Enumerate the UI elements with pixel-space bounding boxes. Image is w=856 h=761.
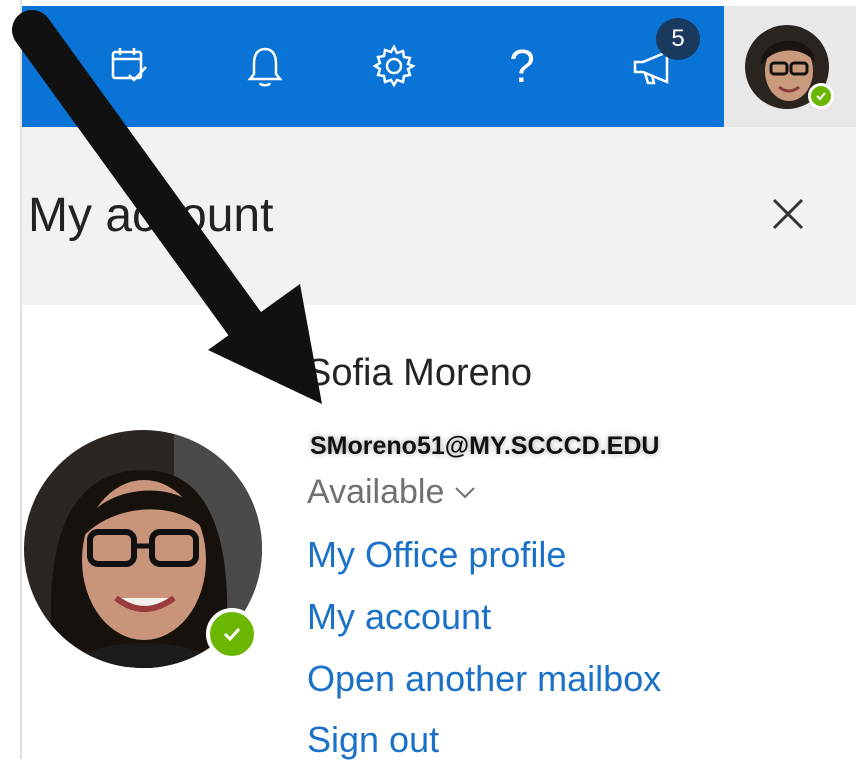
my-account-link[interactable]: My account: [307, 596, 491, 638]
help-icon[interactable]: ?: [492, 36, 552, 96]
user-email: SMoreno51@MY.SCCCD.EDU: [310, 432, 660, 460]
presence-status-label: Available: [307, 473, 445, 511]
presence-available-icon: [808, 83, 834, 109]
presence-available-large-icon: [206, 608, 258, 660]
chevron-down-icon: [455, 486, 476, 498]
notification-count-badge: 5: [656, 18, 700, 60]
top-nav-bar: ? 5: [22, 6, 724, 127]
close-icon[interactable]: [762, 188, 814, 240]
sign-out-link[interactable]: Sign out: [307, 719, 439, 761]
my-office-profile-link[interactable]: My Office profile: [307, 534, 566, 576]
user-name: Sofia Moreno: [306, 352, 533, 394]
calendar-check-icon[interactable]: [100, 36, 160, 96]
bell-icon[interactable]: [235, 36, 295, 96]
panel-title: My account: [28, 189, 274, 242]
gear-icon[interactable]: [364, 36, 424, 96]
open-another-mailbox-link[interactable]: Open another mailbox: [307, 658, 661, 700]
presence-status-dropdown[interactable]: Available: [307, 473, 476, 512]
